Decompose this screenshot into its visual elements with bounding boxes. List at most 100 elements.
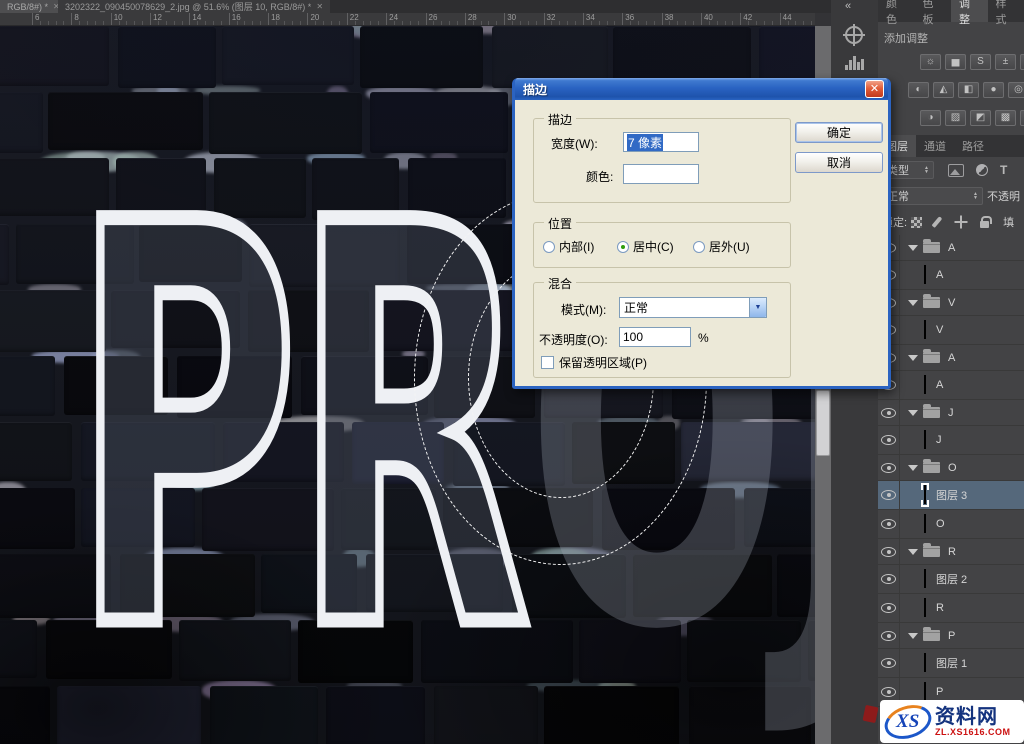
visibility-eye-icon[interactable] — [881, 658, 896, 668]
layer-row-图层 1[interactable]: 图层 1 — [878, 649, 1024, 678]
layer-group-row-P[interactable]: P — [878, 623, 1024, 649]
lock-transparency-icon[interactable] — [911, 217, 922, 228]
layer-thumbnail[interactable] — [924, 653, 926, 672]
blend-mode-dropdown[interactable]: 正常▲▼ — [882, 187, 983, 205]
visibility-eye-icon[interactable] — [881, 435, 896, 445]
group-folder-icon — [923, 352, 940, 363]
black-white-icon[interactable]: ◧ — [958, 82, 979, 98]
layer-name: 图层 3 — [936, 487, 967, 503]
adjustment-icon-grid: ☼▅S±▽ ◐◭◧●◎ ◑▨◩▩▦ — [878, 48, 1024, 132]
vertical-scrollbar-thumb[interactable] — [816, 390, 830, 456]
expand-triangle-icon[interactable] — [908, 300, 918, 306]
mode-dropdown[interactable]: 正常▼ — [619, 297, 767, 318]
layer-row-R[interactable]: R — [878, 594, 1024, 623]
channel-mixer-icon[interactable]: ◎ — [1008, 82, 1024, 98]
photo-filter-icon[interactable]: ● — [983, 82, 1004, 98]
layers-tabbar: 图层通道路径 — [878, 135, 1024, 157]
layer-name: P — [948, 630, 955, 642]
adjustments-tab-4[interactable]: 样式 — [988, 0, 1024, 22]
visibility-eye-icon[interactable] — [881, 603, 896, 613]
visibility-eye-icon[interactable] — [881, 574, 896, 584]
layer-group-row-A[interactable]: A — [878, 345, 1024, 371]
curves-icon[interactable]: S — [970, 54, 991, 70]
blend-mode-row: 正常▲▼ 不透明 — [878, 183, 1024, 209]
visibility-eye-icon[interactable] — [881, 687, 896, 697]
layer-thumbnail[interactable] — [924, 320, 926, 339]
layer-row-A[interactable]: A — [878, 261, 1024, 290]
layer-row-V[interactable]: V — [878, 316, 1024, 345]
radio-inside[interactable]: 内部(I) — [543, 238, 594, 255]
hue-saturation-icon[interactable]: ◭ — [933, 82, 954, 98]
expand-triangle-icon[interactable] — [908, 245, 918, 251]
layer-thumbnail[interactable] — [924, 514, 926, 533]
layer-thumbnail[interactable] — [924, 598, 926, 617]
exposure-icon[interactable]: ± — [995, 54, 1016, 70]
expand-triangle-icon[interactable] — [908, 633, 918, 639]
navigator-panel-icon[interactable] — [841, 24, 867, 46]
brightness-contrast-icon[interactable]: ☼ — [920, 54, 941, 70]
filter-type-layers-icon[interactable]: T — [1000, 163, 1007, 177]
layer-name: A — [948, 352, 955, 364]
layer-thumbnail[interactable] — [924, 430, 926, 449]
document-tab-1[interactable]: RGB/8#) * ✕ — [0, 0, 58, 13]
layer-group-row-V[interactable]: V — [878, 290, 1024, 316]
layer-thumbnail[interactable] — [924, 375, 926, 394]
collapse-panels-icon[interactable]: « — [845, 0, 851, 12]
gradient-map-icon[interactable]: ▩ — [995, 110, 1016, 126]
expand-triangle-icon[interactable] — [908, 549, 918, 555]
invert-icon[interactable]: ◑ — [920, 110, 941, 126]
layer-group-row-O[interactable]: O — [878, 455, 1024, 481]
layers-tab-3[interactable]: 路径 — [954, 135, 992, 157]
layer-row-A[interactable]: A — [878, 371, 1024, 400]
visibility-eye-icon[interactable] — [881, 463, 896, 473]
layer-thumbnail[interactable] — [924, 265, 926, 284]
layer-row-O[interactable]: O — [878, 510, 1024, 539]
adjustments-tab-1[interactable]: 颜色 — [878, 0, 915, 22]
layer-thumbnail[interactable] — [924, 569, 926, 588]
close-tab-icon[interactable]: ✕ — [316, 2, 323, 11]
selective-color-icon[interactable]: ▦ — [1020, 110, 1024, 126]
adjustments-tabbar: 颜色色板调整样式 — [878, 0, 1024, 22]
dialog-close-icon[interactable]: ✕ — [865, 80, 884, 98]
cancel-button[interactable]: 取消 — [795, 152, 883, 173]
preserve-transparency-checkbox[interactable]: 保留透明区域(P) — [541, 354, 647, 371]
layer-name: A — [936, 379, 943, 391]
layer-row-J[interactable]: J — [878, 426, 1024, 455]
lock-pixels-icon[interactable] — [932, 216, 943, 228]
radio-outside[interactable]: 居外(U) — [693, 238, 750, 255]
expand-triangle-icon[interactable] — [908, 355, 918, 361]
layer-group-row-A[interactable]: A — [878, 235, 1024, 261]
expand-triangle-icon[interactable] — [908, 465, 918, 471]
visibility-eye-icon[interactable] — [881, 408, 896, 418]
visibility-eye-icon[interactable] — [881, 519, 896, 529]
visibility-eye-icon[interactable] — [881, 631, 896, 641]
adjustments-tab-2[interactable]: 色板 — [915, 0, 952, 22]
lock-all-icon[interactable] — [980, 221, 989, 228]
lock-position-icon[interactable] — [954, 216, 967, 229]
adjustments-tab-3[interactable]: 调整 — [951, 0, 988, 22]
color-swatch[interactable] — [623, 164, 699, 184]
ok-button[interactable]: 确定 — [795, 122, 883, 143]
filter-pixel-layers-icon[interactable] — [948, 164, 964, 177]
opacity-input[interactable]: 100 — [619, 327, 691, 347]
color-balance-icon[interactable]: ◐ — [908, 82, 929, 98]
layer-row-图层 3[interactable]: 图层 3 — [878, 481, 1024, 510]
expand-triangle-icon[interactable] — [908, 410, 918, 416]
layer-row-图层 2[interactable]: 图层 2 — [878, 565, 1024, 594]
visibility-eye-icon[interactable] — [881, 547, 896, 557]
visibility-eye-icon[interactable] — [881, 490, 896, 500]
vibrance-icon[interactable]: ▽ — [1020, 54, 1024, 70]
histogram-panel-icon[interactable] — [841, 52, 867, 74]
dialog-titlebar[interactable]: 描边 ✕ — [515, 78, 888, 100]
posterize-icon[interactable]: ▨ — [945, 110, 966, 126]
layer-group-row-R[interactable]: R — [878, 539, 1024, 565]
levels-icon[interactable]: ▅ — [945, 54, 966, 70]
width-input[interactable]: 7 像素 — [623, 132, 699, 152]
document-tab-2[interactable]: 3202322_090450078629_2.jpg @ 51.6% (图层 1… — [58, 0, 330, 13]
threshold-icon[interactable]: ◩ — [970, 110, 991, 126]
layers-tab-2[interactable]: 通道 — [916, 135, 954, 157]
layer-group-row-J[interactable]: J — [878, 400, 1024, 426]
layer-thumbnail[interactable] — [924, 682, 926, 701]
radio-center[interactable]: 居中(C) — [617, 238, 674, 255]
filter-adjustment-layers-icon[interactable] — [976, 164, 988, 176]
